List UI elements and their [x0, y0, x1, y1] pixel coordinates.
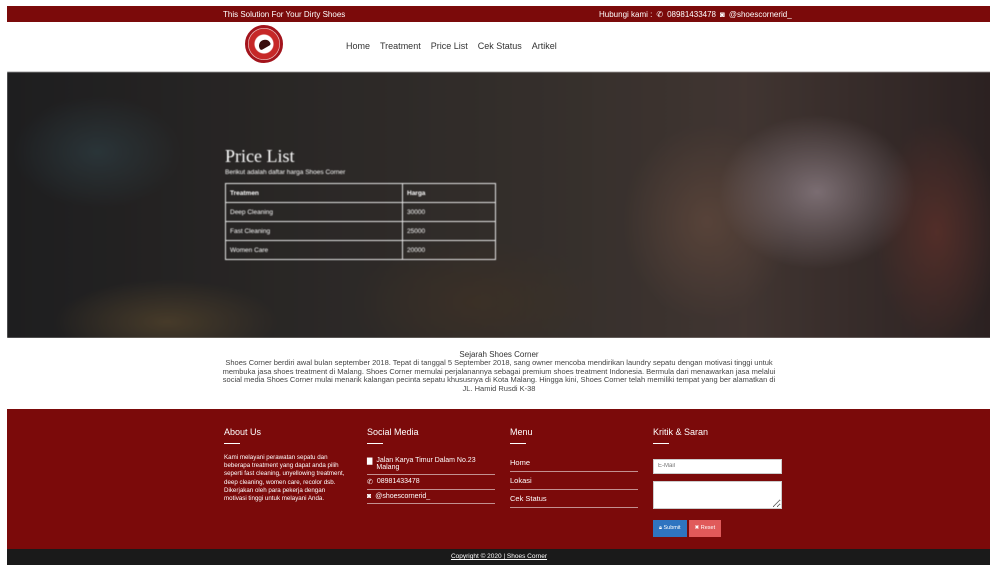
- whatsapp-item[interactable]: ✆ 08981433478: [367, 475, 495, 490]
- instagram-text: @shoescornerid_: [375, 493, 431, 500]
- table-header-row: Treatmen Harga: [225, 183, 496, 203]
- top-instagram[interactable]: @shoescornerid_: [729, 10, 792, 19]
- nav-cek-status[interactable]: Cek Status: [473, 38, 527, 54]
- table-cell: 30000: [402, 202, 496, 222]
- top-phone[interactable]: 08981433478: [667, 10, 716, 19]
- column-header: Treatmen: [225, 183, 403, 203]
- hero-section: Price List Berikut adalah daftar harga S…: [7, 72, 990, 338]
- whatsapp-icon: ✆: [367, 479, 373, 486]
- shoe-icon: [256, 37, 272, 51]
- submit-button[interactable]: 🔒︎ Submit: [653, 519, 687, 537]
- instagram-icon: ◙: [367, 493, 372, 500]
- footer-social: Social Media ▇ Jalan Karya Timur Dalam N…: [367, 427, 497, 504]
- copyright[interactable]: Copyright © 2020 | Shoes Corner: [451, 553, 547, 560]
- divider: [653, 443, 669, 444]
- logo[interactable]: [245, 25, 283, 63]
- footer: About Us Kami melayani perawatan sepatu …: [7, 409, 990, 549]
- top-contact: Hubungi kami : ✆ 08981433478 ◙ @shoescor…: [599, 10, 792, 19]
- reset-button[interactable]: ✖ Reset: [688, 519, 722, 537]
- tagline: This Solution For Your Dirty Shoes: [223, 10, 346, 19]
- footer-link-cek-status[interactable]: Cek Status: [510, 490, 638, 508]
- top-bar: This Solution For Your Dirty Shoes Hubun…: [7, 6, 990, 22]
- building-icon: ▇: [367, 458, 373, 465]
- footer-feedback: Kritik & Saran 🔒︎ Submit ✖ Reset: [653, 427, 783, 537]
- nav-treatment[interactable]: Treatment: [375, 38, 426, 54]
- submit-label: Submit: [663, 524, 681, 531]
- whatsapp-text: 08981433478: [376, 478, 420, 485]
- about-text: Kami melayani perawatan sepatu dan beber…: [224, 454, 345, 503]
- email-field[interactable]: [653, 458, 782, 474]
- table-cell: Fast Cleaning: [225, 221, 403, 241]
- bottom-bar: Copyright © 2020 | Shoes Corner: [7, 549, 990, 565]
- footer-menu: Menu Home Lokasi Cek Status: [510, 427, 640, 508]
- reset-label: Reset: [700, 525, 716, 531]
- column-header: Harga: [402, 183, 496, 203]
- main-nav: Home Treatment Price List Cek Status Art…: [341, 38, 562, 54]
- history-text: Shoes Corner berdiri awal bulan septembe…: [222, 358, 776, 393]
- divider: [367, 443, 383, 444]
- message-field[interactable]: [653, 480, 782, 509]
- address-item: ▇ Jalan Karya Timur Dalam No.23 Malang: [367, 454, 495, 475]
- about-title: About Us: [224, 427, 262, 437]
- footer-link-home[interactable]: Home: [510, 454, 638, 472]
- footer-link-lokasi[interactable]: Lokasi: [510, 472, 638, 490]
- table-cell: 25000: [402, 221, 496, 241]
- table-cell: 20000: [402, 240, 496, 260]
- contact-label: Hubungi kami :: [599, 10, 653, 19]
- nav-home[interactable]: Home: [341, 38, 375, 54]
- table-cell: Women Care: [225, 240, 403, 260]
- phone-icon: ✆: [656, 10, 664, 19]
- menu-title: Menu: [510, 427, 533, 437]
- footer-about: About Us Kami melayani perawatan sepatu …: [224, 427, 354, 503]
- price-table: Treatmen Harga Deep Cleaning 30000 Fast …: [225, 183, 496, 260]
- nav-artikel[interactable]: Artikel: [527, 38, 562, 54]
- page: This Solution For Your Dirty Shoes Hubun…: [7, 6, 990, 565]
- hero-overlay: [7, 72, 990, 338]
- table-cell: Deep Cleaning: [225, 202, 403, 222]
- table-row: Fast Cleaning 25000: [225, 221, 496, 241]
- form-buttons: 🔒︎ Submit ✖ Reset: [653, 519, 783, 537]
- address-text: Jalan Karya Timur Dalam No.23 Malang: [376, 457, 476, 471]
- page-subtitle: Berikut adalah daftar harga Shoes Corner: [225, 169, 346, 176]
- table-row: Deep Cleaning 30000: [225, 202, 496, 222]
- instagram-icon: ◙: [720, 10, 725, 19]
- page-title: Price List: [225, 146, 295, 166]
- table-row: Women Care 20000: [225, 240, 496, 260]
- social-title: Social Media: [367, 427, 419, 437]
- history-section: Sejarah Shoes Corner Shoes Corner berdir…: [7, 338, 990, 409]
- navbar: Home Treatment Price List Cek Status Art…: [7, 22, 990, 72]
- feedback-title: Kritik & Saran: [653, 427, 709, 437]
- divider: [510, 443, 526, 444]
- instagram-item[interactable]: ◙ @shoescornerid_: [367, 490, 495, 504]
- nav-price-list[interactable]: Price List: [426, 38, 473, 54]
- divider: [224, 443, 240, 444]
